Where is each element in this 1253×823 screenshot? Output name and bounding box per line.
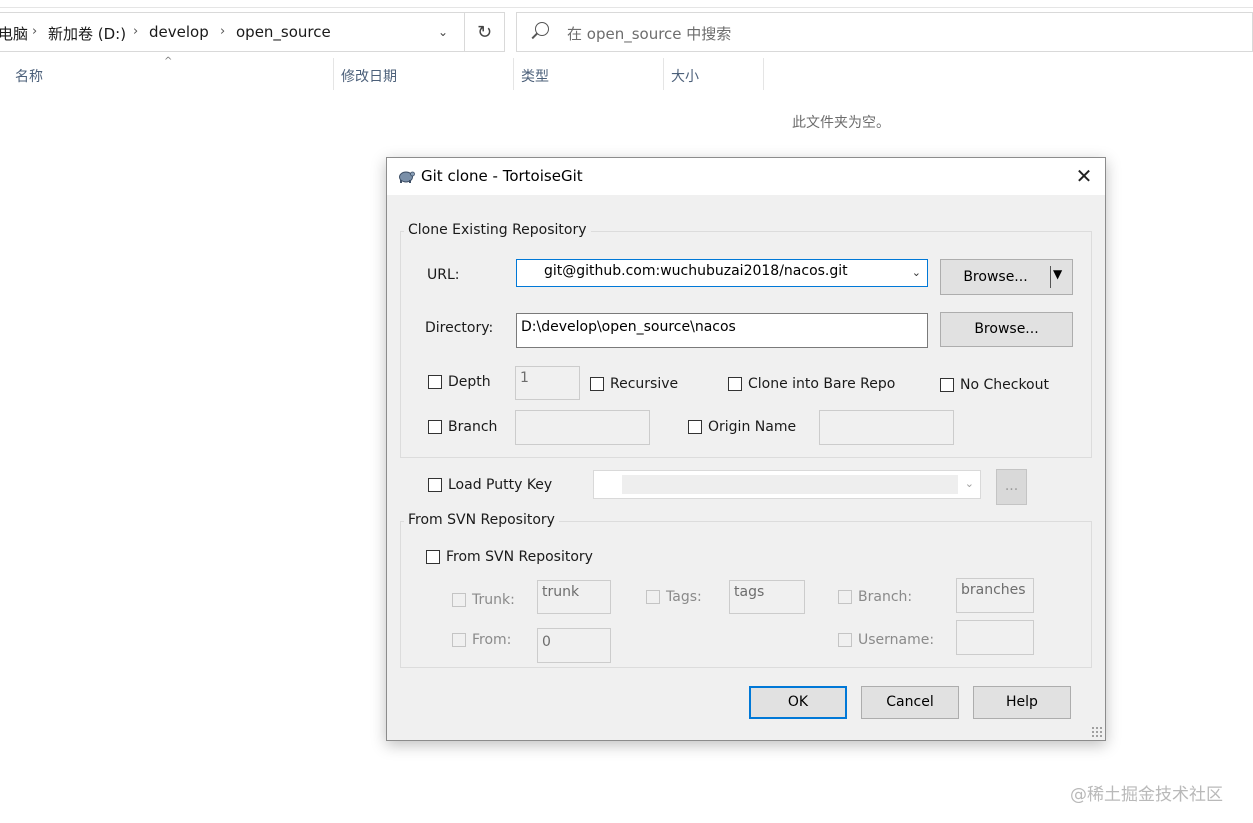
branch-input[interactable] — [515, 410, 650, 445]
trunk-input[interactable]: trunk — [537, 580, 611, 614]
origin-name-input[interactable] — [819, 410, 954, 445]
depth-input[interactable]: 1 — [515, 366, 580, 400]
search-input[interactable]: 在 open_source 中搜索 — [567, 23, 731, 44]
svn-branch-input[interactable]: branches — [956, 578, 1034, 613]
split-divider — [1050, 266, 1051, 288]
tags-label[interactable]: Tags: — [666, 589, 702, 605]
branch-label[interactable]: Branch — [448, 419, 497, 435]
close-icon: ✕ — [1075, 164, 1093, 188]
search-box[interactable]: 在 open_source 中搜索 — [516, 12, 1253, 52]
trunk-checkbox[interactable] — [452, 593, 466, 607]
column-divider[interactable] — [333, 58, 334, 90]
breadcrumb-drive[interactable]: 新加卷 (D:) — [48, 23, 126, 44]
tags-checkbox[interactable] — [646, 590, 660, 604]
dropdown-arrow-icon[interactable]: ▼ — [1053, 267, 1062, 281]
svn-branch-checkbox[interactable] — [838, 590, 852, 604]
svn-group-label: From SVN Repository — [404, 512, 559, 528]
column-divider[interactable] — [763, 58, 764, 90]
recursive-checkbox[interactable] — [590, 377, 604, 391]
username-input[interactable] — [956, 620, 1034, 655]
refresh-icon: ↻ — [476, 21, 493, 43]
column-header-name[interactable]: 名称 — [15, 66, 43, 86]
from-revision-value: 0 — [542, 634, 551, 650]
directory-label: Directory: — [425, 320, 494, 336]
clone-existing-group-label: Clone Existing Repository — [404, 222, 591, 238]
branch-checkbox[interactable] — [428, 420, 442, 434]
ok-button[interactable]: OK — [749, 686, 847, 719]
column-divider[interactable] — [513, 58, 514, 90]
no-checkout-label[interactable]: No Checkout — [960, 377, 1049, 393]
empty-folder-message: 此文件夹为空。 — [792, 115, 890, 131]
watermark-text: @稀土掘金技术社区 — [1070, 785, 1223, 805]
tags-input[interactable]: tags — [729, 580, 805, 614]
url-browse-button[interactable]: Browse... — [941, 269, 1050, 285]
username-label[interactable]: Username: — [858, 632, 934, 648]
sort-caret-icon: ^ — [164, 56, 173, 67]
help-button[interactable]: Help — [973, 686, 1071, 719]
no-checkout-checkbox[interactable] — [940, 378, 954, 392]
trunk-label[interactable]: Trunk: — [472, 592, 515, 608]
from-revision-input[interactable]: 0 — [537, 628, 611, 663]
from-revision-label[interactable]: From: — [472, 632, 511, 648]
from-svn-checkbox[interactable] — [426, 550, 440, 564]
window-top-border — [0, 7, 1253, 8]
depth-checkbox[interactable] — [428, 375, 442, 389]
depth-label[interactable]: Depth — [448, 374, 491, 390]
url-browse-split-button[interactable]: Browse... ▼ — [940, 259, 1073, 295]
svn-branch-value: branches — [961, 582, 1026, 598]
chevron-down-icon[interactable]: ⌄ — [965, 477, 974, 490]
from-svn-label[interactable]: From SVN Repository — [446, 549, 593, 565]
chevron-right-icon[interactable]: › — [220, 24, 225, 39]
search-icon — [535, 22, 549, 36]
cancel-button[interactable]: Cancel — [861, 686, 959, 719]
directory-input[interactable]: D:\develop\open_source\nacos — [516, 313, 928, 348]
origin-name-label[interactable]: Origin Name — [708, 419, 796, 435]
trunk-value: trunk — [542, 584, 580, 600]
chevron-right-icon[interactable]: › — [32, 24, 37, 39]
clone-bare-label[interactable]: Clone into Bare Repo — [748, 376, 895, 392]
origin-name-checkbox[interactable] — [688, 420, 702, 434]
refresh-button[interactable]: ↻ — [464, 12, 505, 52]
recursive-label[interactable]: Recursive — [610, 376, 678, 392]
column-header-modified[interactable]: 修改日期 — [341, 66, 397, 86]
address-bar[interactable]: 电脑 › 新加卷 (D:) › develop › open_source ⌄ — [0, 12, 504, 52]
url-combobox[interactable]: git@github.com:wuchubuzai2018/nacos.git … — [516, 259, 928, 287]
depth-value: 1 — [520, 370, 529, 386]
column-divider[interactable] — [663, 58, 664, 90]
url-label: URL: — [427, 267, 460, 283]
dialog-title: Git clone - TortoiseGit — [421, 167, 583, 185]
putty-key-browse-button[interactable]: ... — [996, 469, 1027, 505]
resize-grip-icon[interactable] — [1091, 726, 1103, 738]
putty-key-combobox[interactable]: ⌄ — [593, 470, 981, 499]
chevron-down-icon[interactable]: ⌄ — [912, 266, 921, 279]
load-putty-key-checkbox[interactable] — [428, 478, 442, 492]
breadcrumb-open-source[interactable]: open_source — [236, 23, 331, 41]
username-checkbox[interactable] — [838, 633, 852, 647]
column-header-type[interactable]: 类型 — [521, 66, 549, 86]
svn-branch-label[interactable]: Branch: — [858, 589, 912, 605]
chevron-right-icon[interactable]: › — [133, 24, 138, 39]
directory-browse-button[interactable]: Browse... — [940, 312, 1073, 347]
tags-value: tags — [734, 584, 765, 600]
url-value: git@github.com:wuchubuzai2018/nacos.git — [544, 263, 848, 279]
from-revision-checkbox[interactable] — [452, 633, 466, 647]
clone-bare-checkbox[interactable] — [728, 377, 742, 391]
git-clone-dialog: Git clone - TortoiseGit ✕ Clone Existing… — [386, 157, 1106, 741]
putty-key-selection — [622, 475, 958, 494]
breadcrumb-develop[interactable]: develop — [149, 23, 209, 41]
breadcrumb-computer[interactable]: 电脑 — [0, 23, 28, 44]
dialog-titlebar[interactable]: Git clone - TortoiseGit ✕ — [387, 158, 1105, 195]
directory-value: D:\develop\open_source\nacos — [521, 319, 736, 335]
tortoisegit-icon — [399, 171, 415, 183]
load-putty-key-label[interactable]: Load Putty Key — [448, 477, 552, 493]
close-button[interactable]: ✕ — [1069, 163, 1099, 189]
column-header-size[interactable]: 大小 — [671, 66, 699, 86]
chevron-down-icon[interactable]: ⌄ — [438, 25, 448, 39]
